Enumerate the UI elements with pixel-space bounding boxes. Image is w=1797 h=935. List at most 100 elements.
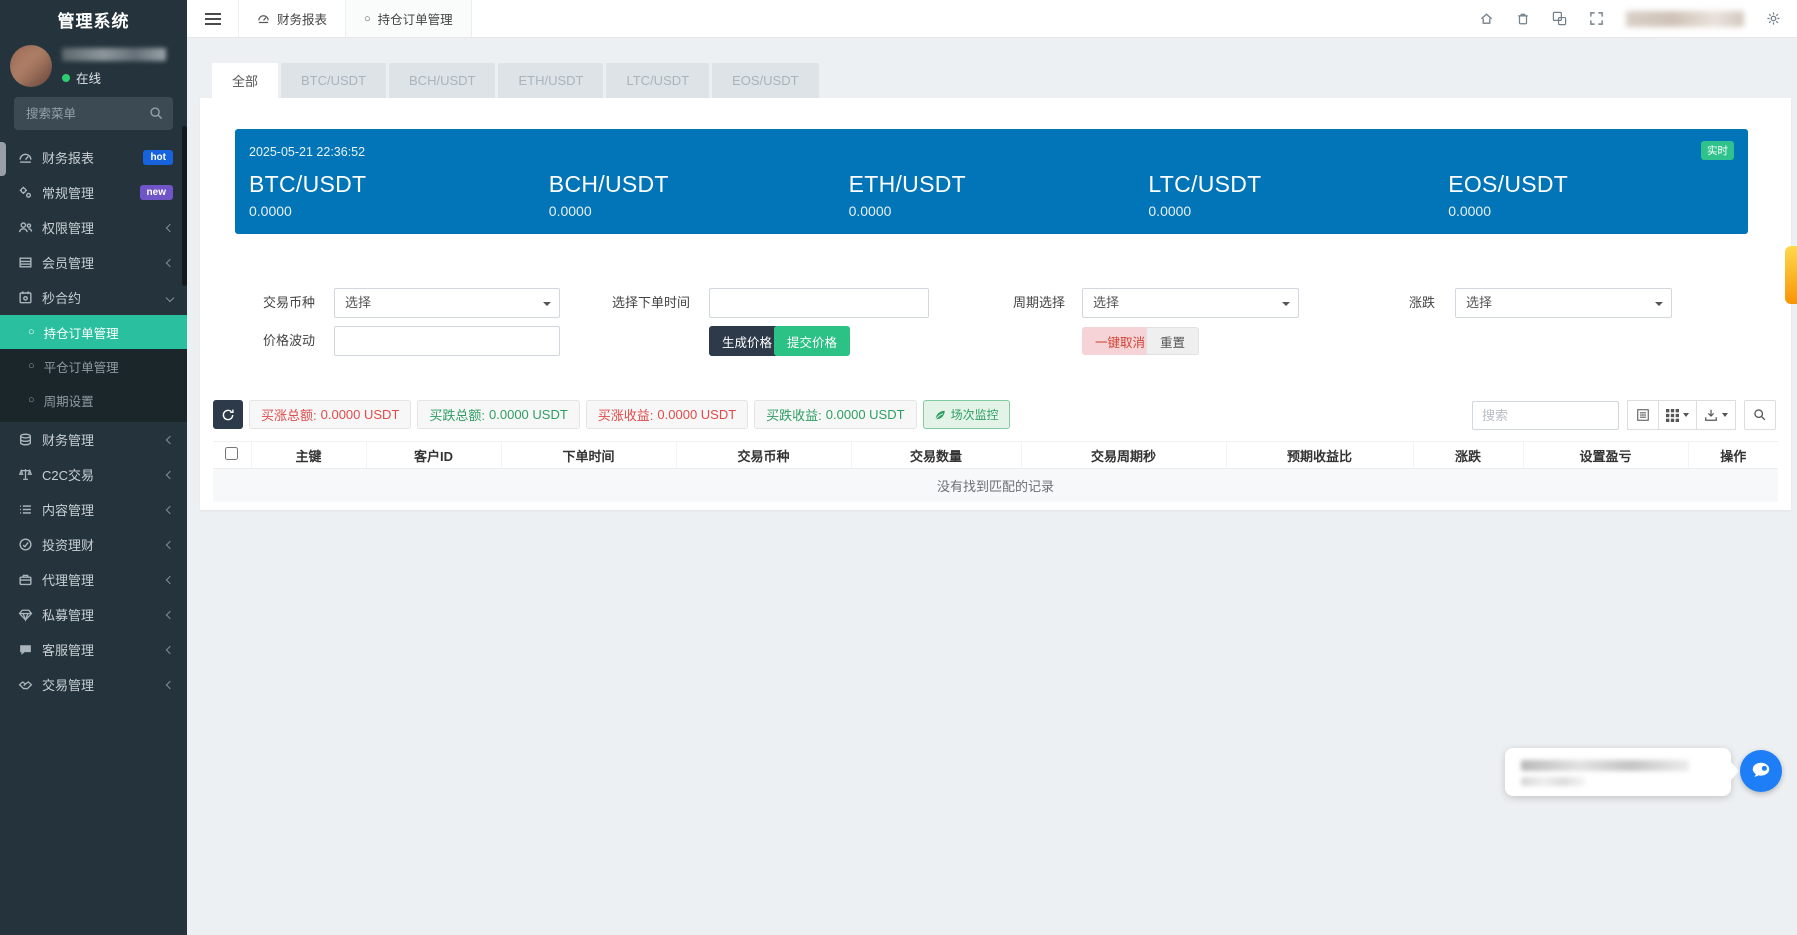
sidebar-item-period-settings[interactable]: ○ 周期设置: [0, 383, 187, 417]
invest-circle-icon: [17, 537, 33, 552]
detail-view-icon: [1636, 408, 1650, 422]
topbar-tab-finance-report[interactable]: 财务报表: [239, 0, 346, 37]
sidebar-scrollbar[interactable]: [182, 126, 187, 286]
stat-buy-down-profit: 买跌收益:0.0000 USDT: [754, 400, 916, 429]
table-view-buttons: [1627, 400, 1736, 430]
user-name-redacted: [62, 48, 166, 61]
tab-eos-usdt[interactable]: EOS/USDT: [712, 63, 818, 98]
period-select[interactable]: 选择: [1082, 288, 1299, 318]
sidebar-item-content-mgmt[interactable]: 内容管理: [0, 492, 187, 527]
submit-price-button[interactable]: 提交价格: [774, 326, 850, 356]
language-icon[interactable]: [1552, 11, 1567, 26]
table-toolbar: [1472, 400, 1776, 430]
sidebar-item-closed-orders[interactable]: ○ 平仓订单管理: [0, 349, 187, 383]
app-title: 管理系统: [0, 0, 187, 38]
sidebar: 管理系统 在线 财务报表 hot: [0, 0, 187, 935]
circle-icon: ○: [28, 361, 35, 372]
price-wave-input[interactable]: [334, 326, 560, 356]
second-contract-submenu: ○ 持仓订单管理 ○ 平仓订单管理 ○ 周期设置: [0, 315, 187, 422]
orders-card: 2025-05-21 22:36:52 实时 BTC/USDT 0.0000 B…: [200, 98, 1791, 510]
advanced-search-button[interactable]: [1744, 400, 1776, 430]
reset-button[interactable]: 重置: [1146, 327, 1199, 355]
select-all-cell: [213, 442, 251, 469]
sidebar-item-member-mgmt[interactable]: 会员管理: [0, 245, 187, 280]
col-customer-id: 客户ID: [366, 442, 501, 469]
sidebar-item-trade-mgmt[interactable]: 交易管理: [0, 667, 187, 702]
sidebar-item-label: 权限管理: [42, 218, 94, 237]
calendar-icon: [17, 290, 33, 305]
sidebar-item-label: 财务管理: [42, 430, 94, 449]
sidebar-item-label: 代理管理: [42, 570, 94, 589]
grid-icon: [1666, 409, 1679, 422]
table-search-input[interactable]: [1472, 401, 1619, 430]
fullscreen-icon[interactable]: [1589, 11, 1604, 26]
sidebar-item-agent-mgmt[interactable]: 代理管理: [0, 562, 187, 597]
chat-button[interactable]: [1740, 750, 1782, 792]
sidebar-item-private-fund[interactable]: 私募管理: [0, 597, 187, 632]
tab-eth-usdt[interactable]: ETH/USDT: [498, 63, 603, 98]
stats-row: 买涨总额:0.0000 USDT 买跌总额:0.0000 USDT 买涨收益:0…: [213, 400, 1010, 429]
settings-gear-icon[interactable]: [1766, 11, 1781, 26]
select-all-checkbox[interactable]: [225, 447, 238, 460]
sidebar-item-customer-service[interactable]: 客服管理: [0, 632, 187, 667]
user-name-redacted[interactable]: [1626, 11, 1744, 27]
hot-badge: hot: [143, 150, 173, 165]
sidebar-item-finance-report[interactable]: 财务报表 hot: [0, 140, 187, 175]
price-banner: 2025-05-21 22:36:52 实时 BTC/USDT 0.0000 B…: [235, 129, 1748, 234]
tab-all[interactable]: 全部: [212, 63, 278, 98]
banner-pair: BTC/USDT 0.0000: [249, 171, 549, 219]
currency-select[interactable]: 选择: [334, 288, 560, 318]
sidebar-item-label: 内容管理: [42, 500, 94, 519]
caret-down-icon: [1282, 302, 1290, 306]
detail-view-button[interactable]: [1627, 400, 1659, 430]
sidebar-item-second-contract[interactable]: 秒合约: [0, 280, 187, 315]
chevron-left-icon: [166, 470, 174, 478]
dashboard-icon: [257, 12, 270, 25]
tab-btc-usdt[interactable]: BTC/USDT: [281, 63, 386, 98]
col-period-seconds: 交易周期秒: [1021, 442, 1226, 469]
sidebar-item-c2c-trade[interactable]: C2C交易: [0, 457, 187, 492]
updown-select[interactable]: 选择: [1455, 288, 1672, 318]
list-icon: [17, 502, 33, 517]
sidebar-item-finance-mgmt[interactable]: 财务管理: [0, 422, 187, 457]
chat-message-redacted: [1521, 777, 1585, 786]
export-button[interactable]: [1697, 400, 1736, 430]
chevron-left-icon: [166, 435, 174, 443]
order-time-input[interactable]: [709, 288, 929, 318]
session-monitor-button[interactable]: 场次监控: [923, 400, 1010, 429]
sidebar-item-open-orders[interactable]: ○ 持仓订单管理: [0, 315, 187, 349]
chevron-down-icon: [166, 293, 174, 301]
sidebar-item-general-mgmt[interactable]: 常规管理 new: [0, 175, 187, 210]
sidebar-item-investment[interactable]: 投资理财: [0, 527, 187, 562]
banner-pair: ETH/USDT 0.0000: [849, 171, 1149, 219]
sidebar-item-permission-mgmt[interactable]: 权限管理: [0, 210, 187, 245]
stat-buy-down-total: 买跌总额:0.0000 USDT: [417, 400, 579, 429]
home-icon[interactable]: [1479, 11, 1494, 26]
feedback-edge-tab[interactable]: [1785, 246, 1797, 304]
briefcase-icon: [17, 572, 33, 587]
topbar-tab-open-orders[interactable]: ○ 持仓订单管理: [346, 0, 472, 37]
order-time-filter-label: 选择下单时间: [612, 288, 690, 318]
col-primary-key: 主键: [251, 442, 366, 469]
avatar: [10, 45, 52, 87]
left-scroll-indicator[interactable]: [0, 142, 6, 176]
new-badge: new: [140, 185, 173, 200]
sidebar-search: [14, 97, 173, 130]
chevron-left-icon: [166, 645, 174, 653]
sidebar-item-label: 私募管理: [42, 605, 94, 624]
caret-down-icon: [1655, 302, 1663, 306]
refresh-button[interactable]: [213, 400, 243, 429]
sidebar-item-label: 秒合约: [42, 288, 81, 307]
empty-message: 没有找到匹配的记录: [213, 469, 1778, 502]
tab-ltc-usdt[interactable]: LTC/USDT: [606, 63, 709, 98]
chat-bubble-icon: [1749, 759, 1773, 783]
columns-button[interactable]: [1659, 400, 1697, 430]
banner-pairs: BTC/USDT 0.0000 BCH/USDT 0.0000 ETH/USDT…: [249, 171, 1748, 219]
hamburger-menu-icon[interactable]: [187, 0, 239, 37]
updown-filter-label: 涨跌: [1409, 288, 1435, 318]
tab-bch-usdt[interactable]: BCH/USDT: [389, 63, 495, 98]
leaf-icon: [934, 409, 946, 421]
sidebar-item-label: 财务报表: [42, 148, 94, 167]
trash-icon[interactable]: [1516, 11, 1530, 26]
search-icon: [1753, 408, 1767, 422]
